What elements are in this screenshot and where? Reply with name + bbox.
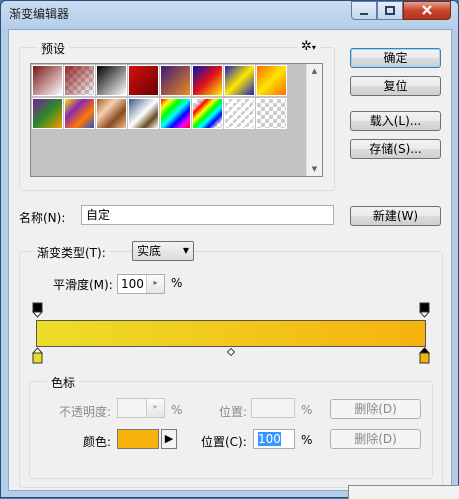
background-window-edge — [348, 485, 459, 499]
delete-opacity-stop-button: 删除(D) — [330, 399, 421, 419]
smoothness-percent: % — [171, 276, 183, 290]
dialog-body: 预设 ✲▾ ▲ ▼ 确定 复位 载入(L)... 存储(S)... 名称(N):… — [8, 29, 452, 491]
color-label: 颜色: — [83, 435, 112, 449]
minimize-button[interactable] — [351, 1, 377, 20]
preset-swatch-black-white[interactable] — [96, 65, 127, 96]
gradient-editor-window: 渐变编辑器 预设 ✲▾ ▲ ▼ 确定 复位 载入(L)... 存储(S)... … — [0, 0, 459, 498]
opacity-slider-arrow-icon: ▸ — [146, 399, 164, 417]
preset-swatch-violet-green-orange[interactable] — [32, 98, 63, 129]
preset-swatch-yellow-violet-orange-blue[interactable] — [64, 98, 95, 129]
gradient-type-value: 实底 — [137, 244, 162, 258]
preset-swatch-copper[interactable] — [96, 98, 127, 129]
opacity-label: 不透明度: — [59, 405, 112, 419]
smoothness-value: 100 — [121, 277, 144, 291]
smoothness-slider-arrow-icon[interactable]: ▸ — [146, 275, 164, 293]
gradient-type-select[interactable]: 实底 ▼ — [132, 241, 194, 261]
opacity-location-label: 位置: — [219, 405, 248, 419]
close-icon — [422, 5, 432, 15]
scroll-down-arrow-icon[interactable]: ▼ — [307, 165, 322, 173]
preset-swatch-blue-yellow-blue[interactable] — [224, 65, 255, 96]
preset-swatch-chrome[interactable] — [128, 98, 159, 129]
location-unit: % — [301, 433, 313, 447]
chevron-down-icon: ▼ — [182, 246, 189, 255]
opacity-stop-right[interactable] — [419, 302, 430, 318]
window-title: 渐变编辑器 — [9, 7, 70, 21]
presets-scrollbar[interactable]: ▲ ▼ — [306, 64, 322, 176]
opacity-location-unit: % — [301, 403, 313, 417]
preset-swatch-transparent-stripes[interactable] — [224, 98, 255, 129]
maximize-button[interactable] — [377, 1, 403, 20]
opacity-unit: % — [171, 403, 183, 417]
maximize-icon — [385, 6, 395, 15]
preset-swatch-violet-orange[interactable] — [160, 65, 191, 96]
delete-color-stop-button: 删除(D) — [330, 429, 421, 449]
location-value-selected: 100 — [258, 432, 281, 446]
preset-swatch-spectrum[interactable] — [160, 98, 191, 129]
minimize-icon — [360, 13, 368, 15]
color-swatch[interactable] — [117, 429, 159, 449]
location-input[interactable]: 100 — [253, 429, 295, 449]
preset-swatch-orange-yellow-orange[interactable] — [256, 65, 287, 96]
location-label: 位置(C): — [201, 435, 247, 449]
preset-swatch-transparent-checker[interactable] — [256, 98, 287, 129]
name-input[interactable]: 自定 — [81, 205, 334, 225]
presets-swatch-list[interactable]: ▲ ▼ — [30, 63, 323, 177]
preset-swatch-red-fade[interactable] — [128, 65, 159, 96]
title-bar[interactable]: 渐变编辑器 — [1, 1, 458, 29]
preset-swatch-foreground-to-background[interactable] — [32, 65, 63, 96]
smoothness-label: 平滑度(M): — [53, 278, 113, 292]
preset-swatch-foreground-to-transparent[interactable] — [64, 65, 95, 96]
ok-button[interactable]: 确定 — [350, 48, 441, 68]
smoothness-input[interactable]: 100 ▸ — [117, 274, 165, 294]
midpoint-diamond-icon[interactable] — [227, 348, 235, 356]
scroll-up-arrow-icon[interactable]: ▲ — [307, 67, 322, 75]
opacity-location-input — [251, 398, 295, 418]
opacity-stop-left[interactable] — [32, 302, 43, 318]
preset-swatch-transparent-rainbow[interactable] — [192, 98, 223, 129]
save-button[interactable]: 存储(S)... — [350, 139, 441, 159]
name-label: 名称(N): — [19, 211, 66, 225]
color-stops-legend: 色标 — [47, 374, 80, 391]
color-stop-left[interactable] — [32, 347, 43, 364]
presets-menu-gear-icon[interactable]: ✲▾ — [297, 39, 320, 54]
load-button[interactable]: 载入(L)... — [350, 111, 441, 131]
gradient-type-label: 渐变类型(T): — [33, 244, 110, 261]
color-menu-arrow-icon[interactable]: ▶ — [161, 429, 177, 449]
gradient-preview-bar[interactable] — [36, 320, 426, 347]
preset-swatch-blue-red-yellow[interactable] — [192, 65, 223, 96]
new-button[interactable]: 新建(W) — [350, 206, 441, 226]
reset-button[interactable]: 复位 — [350, 76, 441, 96]
presets-legend: 预设 — [37, 40, 70, 57]
opacity-input: ▸ — [117, 398, 165, 418]
color-stop-right-selected[interactable] — [419, 347, 430, 364]
close-button[interactable] — [403, 1, 451, 20]
